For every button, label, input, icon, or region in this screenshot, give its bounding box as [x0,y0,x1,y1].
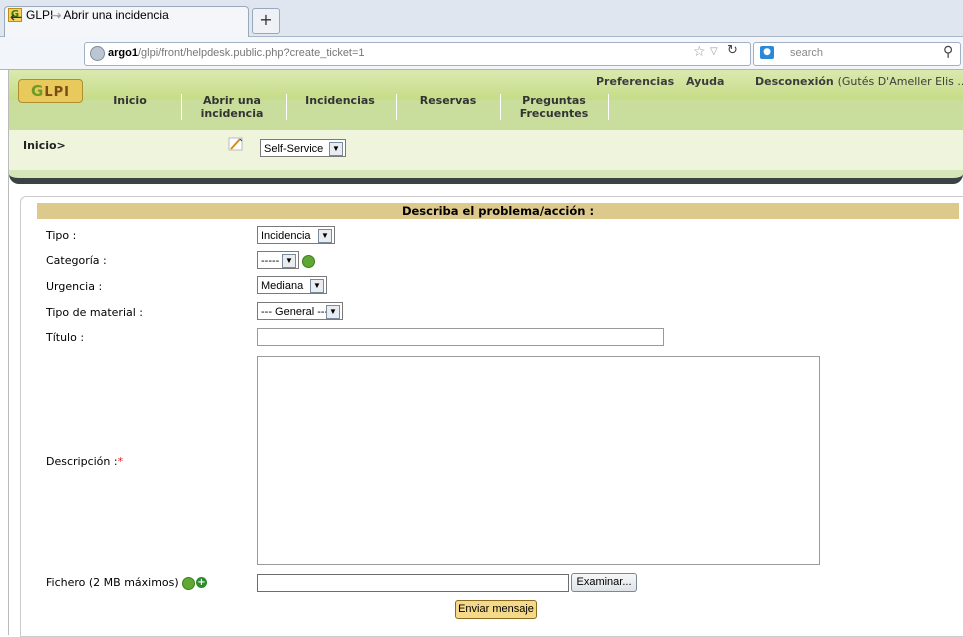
menu-label: Reservas [419,94,477,107]
category-label: Categoría : [46,254,107,267]
globe-icon [90,46,105,61]
menu-item-incidencias[interactable]: Incidencias [288,94,392,107]
chevron-down-icon: ▼ [310,279,324,293]
menu-item-inicio[interactable]: Inicio [100,94,160,107]
file-input[interactable] [257,574,569,592]
search-file-icon[interactable] [182,577,195,590]
profile-select-value: Self-Service [264,143,324,155]
glpi-subbar [9,130,963,170]
description-label-text: Descripción : [46,455,118,468]
breadcrumb[interactable]: Inicio> [23,139,66,152]
glpi-logo[interactable]: GLPI [18,79,83,103]
forward-arrow-icon[interactable]: → [50,8,62,24]
urgency-label: Urgencia : [46,280,103,293]
help-link[interactable]: Ayuda [686,75,724,88]
url-text[interactable]: argo1/glpi/front/helpdesk.public.php?cre… [108,47,365,59]
menu-item-abrir-incidencia[interactable]: Abrir una incidencia [192,94,272,120]
bookmark-star-icon[interactable]: ☆ [693,44,706,60]
description-textarea[interactable] [257,356,820,565]
category-select[interactable]: ----- ▼ [257,251,299,269]
description-label: Descripción :* [46,455,123,468]
menu-separator [396,94,397,120]
url-host: argo1 [108,47,138,59]
search-bar[interactable] [753,42,961,66]
menu-separator [286,94,287,120]
menu-label-2: Frecuentes [519,107,589,120]
menu-label: Abrir una [203,94,261,107]
tab-title[interactable]: GLPI - Abrir una incidencia [26,8,169,22]
category-select-value: ----- [261,255,280,267]
menu-item-reservas[interactable]: Reservas [400,94,496,107]
logout-area: Desconexión (Gutés D'Ameller Elis ...) [755,75,963,88]
file-label: Fichero (2 MB máximos) : [46,576,186,589]
logo-g: G [31,82,45,100]
menu-label-2: incidencia [200,107,264,120]
menu-label: Inicio [113,94,147,107]
menu-separator [500,94,501,120]
logo-text: LPI [44,85,70,100]
current-user: (Gutés D'Ameller Elis ...) [837,75,963,88]
urgency-select-value: Mediana [261,280,304,292]
search-placeholder[interactable]: search [790,47,823,59]
url-dropdown-icon[interactable]: ▽ [710,46,718,57]
material-type-select[interactable]: --- General --- ▼ [257,302,343,320]
window-edge [0,70,9,635]
back-arrow-icon[interactable]: ← [10,8,23,26]
menu-separator [181,94,182,120]
material-type-select-value: --- General --- [261,306,329,318]
title-label: Título : [46,331,85,344]
new-tab-button[interactable]: + [252,8,280,34]
chevron-down-icon: ▼ [326,305,340,319]
browse-button[interactable]: Examinar... [571,573,637,592]
menu-item-preguntas-frecuentes[interactable]: Preguntas Frecuentes [506,94,602,120]
send-button[interactable]: Enviar mensaje [455,600,537,619]
required-mark: * [117,455,124,468]
chevron-down-icon: ▼ [282,254,296,268]
title-input[interactable] [257,328,664,346]
search-icon[interactable]: ⚲ [943,44,953,60]
logout-link[interactable]: Desconexión [755,75,834,88]
menu-separator [608,94,609,120]
search-engine-icon[interactable]: ● [760,46,774,59]
type-select-value: Incidencia [261,230,311,242]
material-type-label: Tipo de material : [46,306,144,319]
chevron-down-icon: ▼ [329,142,343,156]
form-title: Describa el problema/acción : [401,204,595,218]
type-label: Tipo : [46,229,77,242]
profile-select[interactable]: Self-Service ▼ [260,139,346,157]
reload-icon[interactable]: ↻ [727,43,738,58]
menu-label: Preguntas [522,94,586,107]
pencil-icon[interactable] [228,137,244,151]
type-select[interactable]: Incidencia ▼ [257,226,335,244]
preferences-link[interactable]: Preferencias [596,75,674,88]
add-file-icon[interactable]: + [196,577,207,588]
url-path: /glpi/front/helpdesk.public.php?create_t… [137,47,365,59]
urgency-select[interactable]: Mediana ▼ [257,276,327,294]
search-category-icon[interactable] [302,255,315,268]
menu-label: Incidencias [305,94,375,107]
chevron-down-icon: ▼ [318,229,332,243]
